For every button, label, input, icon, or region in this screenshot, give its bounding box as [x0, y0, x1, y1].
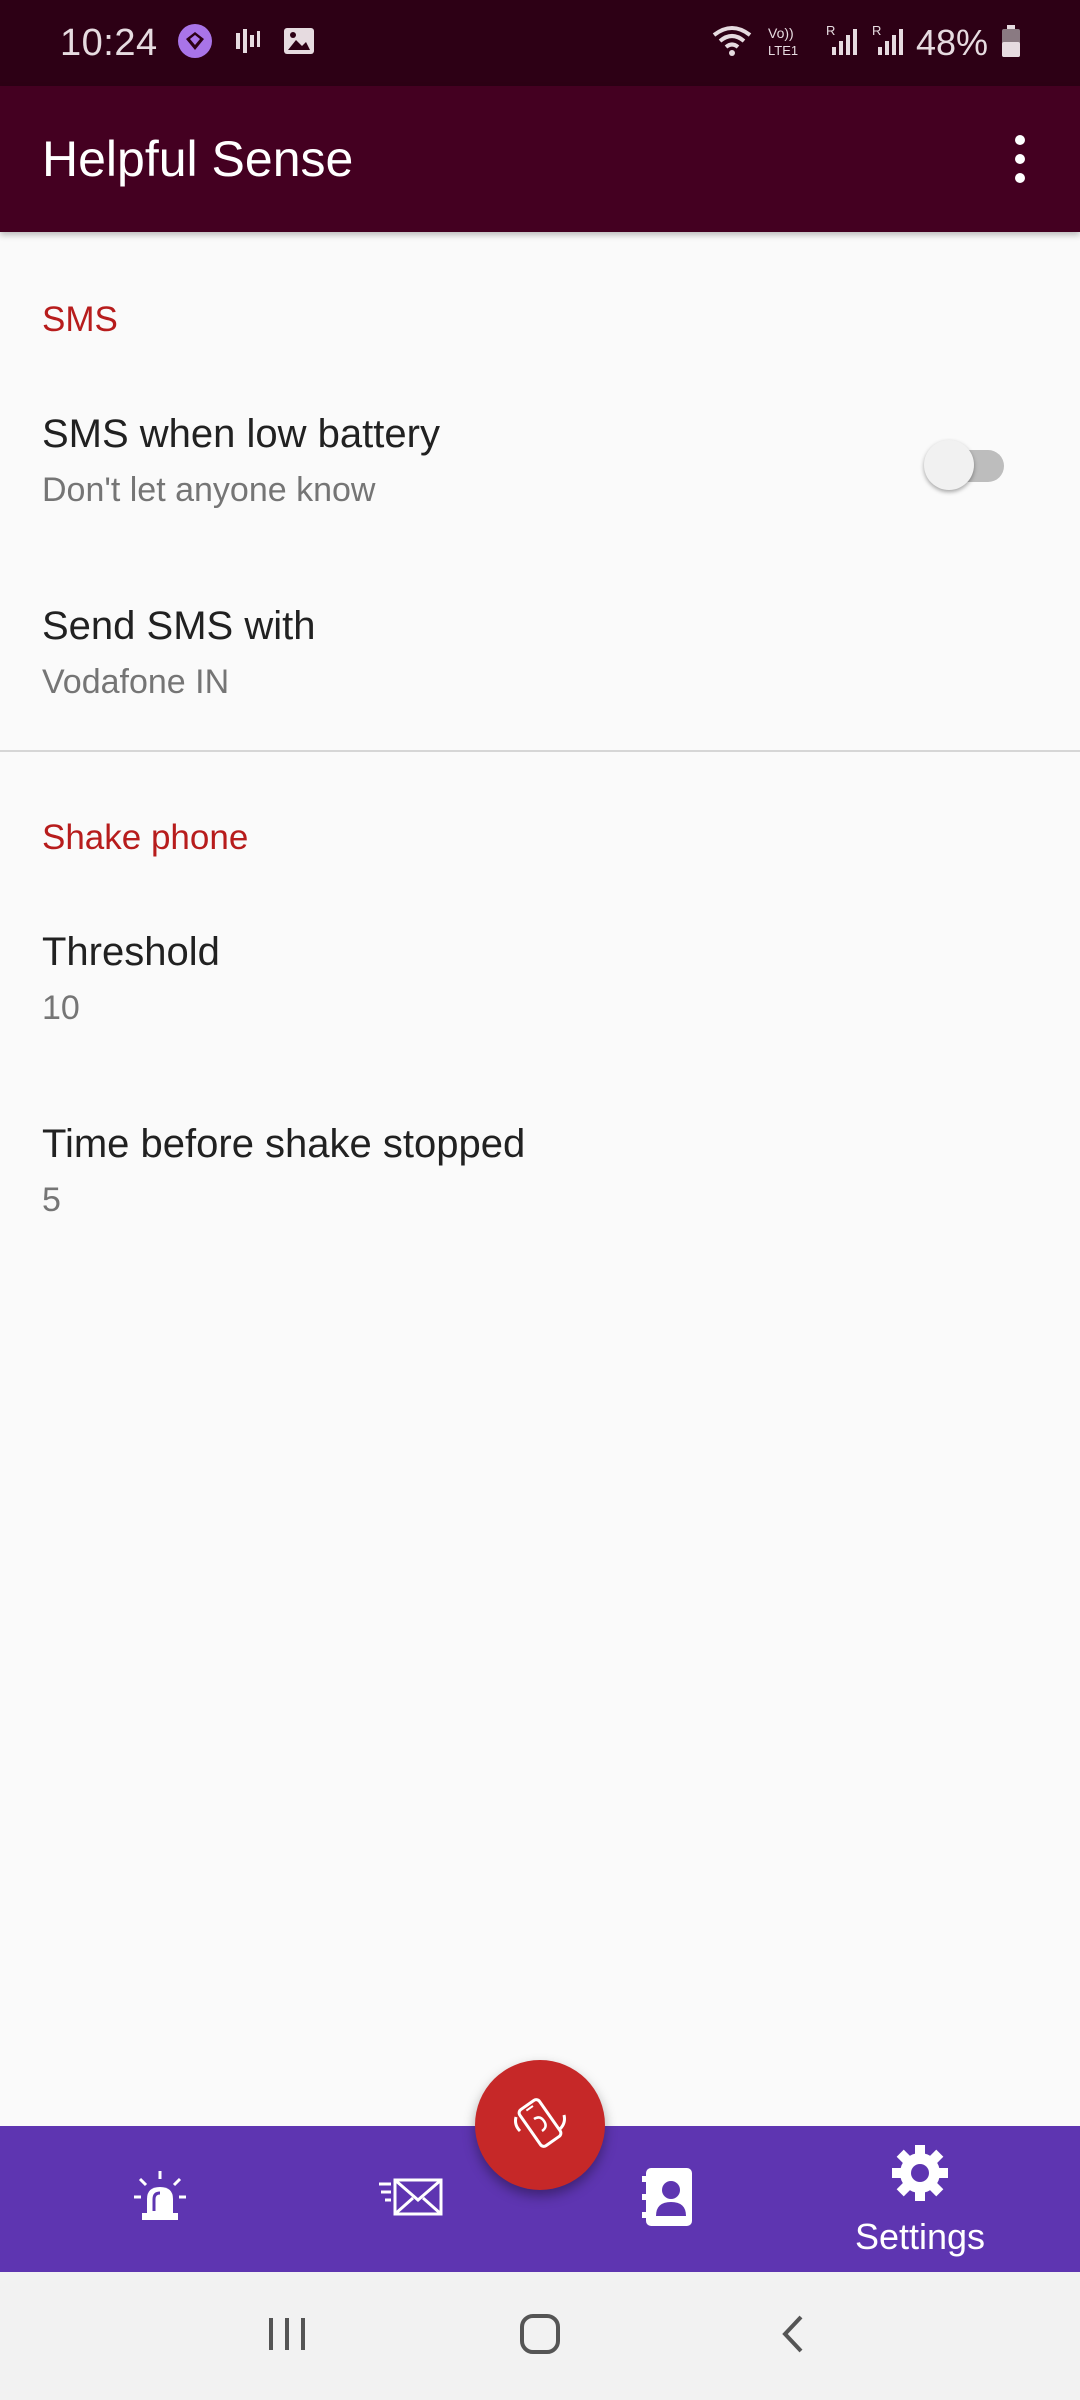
- battery-icon: [1000, 23, 1022, 64]
- pref-title: Send SMS with: [42, 604, 316, 648]
- pref-summary: 5: [42, 1181, 61, 1219]
- overflow-menu-icon[interactable]: [990, 119, 1050, 199]
- home-icon: [517, 2311, 563, 2362]
- time-before-shake-stopped-pref[interactable]: Time before shake stopped 5: [42, 1122, 1042, 1220]
- nav-item-contacts[interactable]: [588, 2126, 748, 2272]
- nav-item-send-message[interactable]: [332, 2126, 492, 2272]
- status-time: 10:24: [60, 21, 158, 64]
- recent-apps-button[interactable]: [237, 2286, 337, 2386]
- send-mail-icon: [377, 2172, 447, 2227]
- send-sms-with-pref[interactable]: Send SMS with Vodafone IN: [42, 604, 1042, 702]
- nav-item-settings[interactable]: Settings: [830, 2126, 1010, 2272]
- gear-icon: [888, 2141, 952, 2210]
- audio-icon: [232, 25, 264, 62]
- back-button[interactable]: [743, 2286, 843, 2386]
- shake-phone-icon: [508, 2091, 572, 2160]
- recent-apps-icon: [265, 2314, 309, 2359]
- nav-label-settings: Settings: [854, 2215, 986, 2257]
- pref-title: Threshold: [42, 930, 220, 974]
- status-bar: 10:24 Vo)) LTE1 R R 48%: [0, 0, 1080, 86]
- shake-fab-button[interactable]: [475, 2060, 605, 2190]
- threshold-pref[interactable]: Threshold 10: [42, 930, 1042, 1028]
- volte-icon: Vo)) LTE1: [766, 23, 812, 64]
- pref-summary: 10: [42, 989, 80, 1027]
- pref-summary: Don't let anyone know: [42, 471, 376, 509]
- nav-item-alarm[interactable]: [80, 2126, 240, 2272]
- battery-percent: 48%: [915, 22, 988, 63]
- contacts-icon: [638, 2164, 698, 2235]
- signal-2-icon: R: [870, 23, 904, 64]
- signal-1-icon: R: [824, 23, 858, 64]
- vpn-icon: [176, 22, 214, 65]
- sms-low-battery-pref[interactable]: SMS when low battery Don't let anyone kn…: [42, 412, 942, 510]
- pref-title: SMS when low battery: [42, 412, 440, 456]
- wifi-icon: [710, 23, 754, 64]
- alarm-siren-icon: [130, 2167, 190, 2232]
- svg-text:Vo)): Vo)): [768, 25, 794, 41]
- svg-text:R: R: [826, 23, 835, 38]
- system-navigation-bar: [0, 2272, 1080, 2400]
- low-battery-switch[interactable]: [924, 440, 1010, 490]
- app-bar: Helpful Sense: [0, 86, 1080, 232]
- section-divider: [0, 750, 1080, 752]
- sms-category-header: SMS: [42, 300, 118, 339]
- image-icon: [282, 24, 316, 63]
- svg-text:LTE1: LTE1: [768, 43, 798, 58]
- svg-text:R: R: [872, 23, 881, 38]
- shake-category-header: Shake phone: [42, 818, 249, 857]
- pref-summary: Vodafone IN: [42, 663, 230, 701]
- app-title: Helpful Sense: [42, 131, 354, 187]
- switch-thumb: [924, 440, 974, 490]
- pref-title: Time before shake stopped: [42, 1122, 526, 1166]
- back-icon: [773, 2311, 813, 2362]
- home-button[interactable]: [490, 2286, 590, 2386]
